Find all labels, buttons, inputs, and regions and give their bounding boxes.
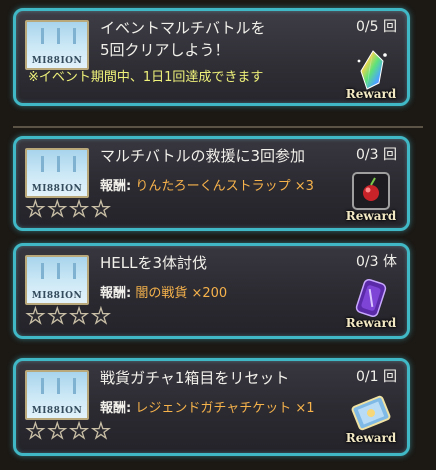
star-rating: ★ ★ ★ ★ xyxy=(25,197,111,221)
mission-reward-text: 報酬: 闇の戦貨 ×200 xyxy=(100,285,227,303)
dark-medal-icon xyxy=(355,278,387,318)
mission-thumbnail-label: MI88ION xyxy=(31,56,83,66)
reward-button[interactable]: Reward xyxy=(343,49,399,101)
star-icon: ★ xyxy=(47,304,67,328)
star-icon: ★ xyxy=(91,304,111,328)
star-rating: ★ ★ ★ ★ xyxy=(25,304,111,328)
mission-card[interactable]: MI88ION 戦貨ガチャ1箱目をリセット 0/1 回 報酬: レジェンドガチャ… xyxy=(13,358,410,456)
strap-charm-icon xyxy=(352,172,390,210)
mission-thumbnail-label: MI88ION xyxy=(31,184,83,194)
mission-thumbnail: MI88ION xyxy=(25,255,89,305)
reward-name: レジェンドガチャチケット ×1 xyxy=(135,401,315,416)
mission-title: HELLを3体討伐 xyxy=(100,254,208,272)
star-icon: ★ xyxy=(25,419,45,443)
mission-card[interactable]: MI88ION マルチバトルの救援に3回参加 0/3 回 報酬: りんたろーくん… xyxy=(13,136,410,231)
reward-label: Reward xyxy=(345,209,397,223)
star-icon: ★ xyxy=(47,197,67,221)
mission-card-event[interactable]: MI88ION イベントマルチバトルを 5回クリアしよう！ 0/5 回 ※イベン… xyxy=(13,8,410,106)
mission-progress-count: 0/3 体 xyxy=(356,254,397,270)
mission-title: マルチバトルの救援に3回参加 xyxy=(100,147,305,165)
star-icon: ★ xyxy=(91,419,111,443)
mission-reward-text: 報酬: レジェンドガチャチケット ×1 xyxy=(100,400,315,418)
star-rating: ★ ★ ★ ★ xyxy=(25,419,111,443)
mission-progress-count: 0/1 回 xyxy=(356,369,397,385)
star-icon: ★ xyxy=(25,304,45,328)
mission-title: 戦貨ガチャ1箱目をリセット xyxy=(100,369,290,387)
gacha-ticket-icon xyxy=(351,395,391,431)
mission-reward-text: 報酬: りんたろーくんストラップ ×3 xyxy=(100,178,314,196)
mission-thumbnail: MI88ION xyxy=(25,148,89,198)
reward-button[interactable]: Reward xyxy=(343,171,399,223)
reward-key: 報酬: xyxy=(100,401,132,416)
mission-thumbnail: MI88ION xyxy=(25,370,89,420)
event-period-notice: ※イベント期間中、1日1回達成できます xyxy=(28,70,264,85)
mission-title: イベントマルチバトルを 5回クリアしよう！ xyxy=(100,19,266,59)
section-divider xyxy=(13,126,423,128)
mission-thumbnail: MI88ION xyxy=(25,20,89,70)
reward-button[interactable]: Reward xyxy=(343,278,399,330)
reward-key: 報酬: xyxy=(100,286,132,301)
mission-card[interactable]: MI88ION HELLを3体討伐 0/3 体 報酬: 闇の戦貨 ×200 ★ … xyxy=(13,243,410,339)
reward-label: Reward xyxy=(345,87,397,101)
star-icon: ★ xyxy=(69,304,89,328)
mission-progress-count: 0/5 回 xyxy=(356,19,397,35)
mission-list-screen: { "missions": [ { "title_line1": "イベントマル… xyxy=(0,0,436,470)
reward-name: 闇の戦貨 ×200 xyxy=(135,286,228,301)
reward-label: Reward xyxy=(345,316,397,330)
star-icon: ★ xyxy=(91,197,111,221)
reward-button[interactable]: Reward xyxy=(343,393,399,445)
star-icon: ★ xyxy=(25,197,45,221)
mission-progress-count: 0/3 回 xyxy=(356,147,397,163)
star-icon: ★ xyxy=(69,419,89,443)
reward-key: 報酬: xyxy=(100,179,132,194)
reward-name: りんたろーくんストラップ ×3 xyxy=(135,179,314,194)
mission-thumbnail-label: MI88ION xyxy=(31,406,83,416)
star-icon: ★ xyxy=(47,419,67,443)
mission-thumbnail-label: MI88ION xyxy=(31,291,83,301)
reward-label: Reward xyxy=(345,431,397,445)
star-icon: ★ xyxy=(69,197,89,221)
